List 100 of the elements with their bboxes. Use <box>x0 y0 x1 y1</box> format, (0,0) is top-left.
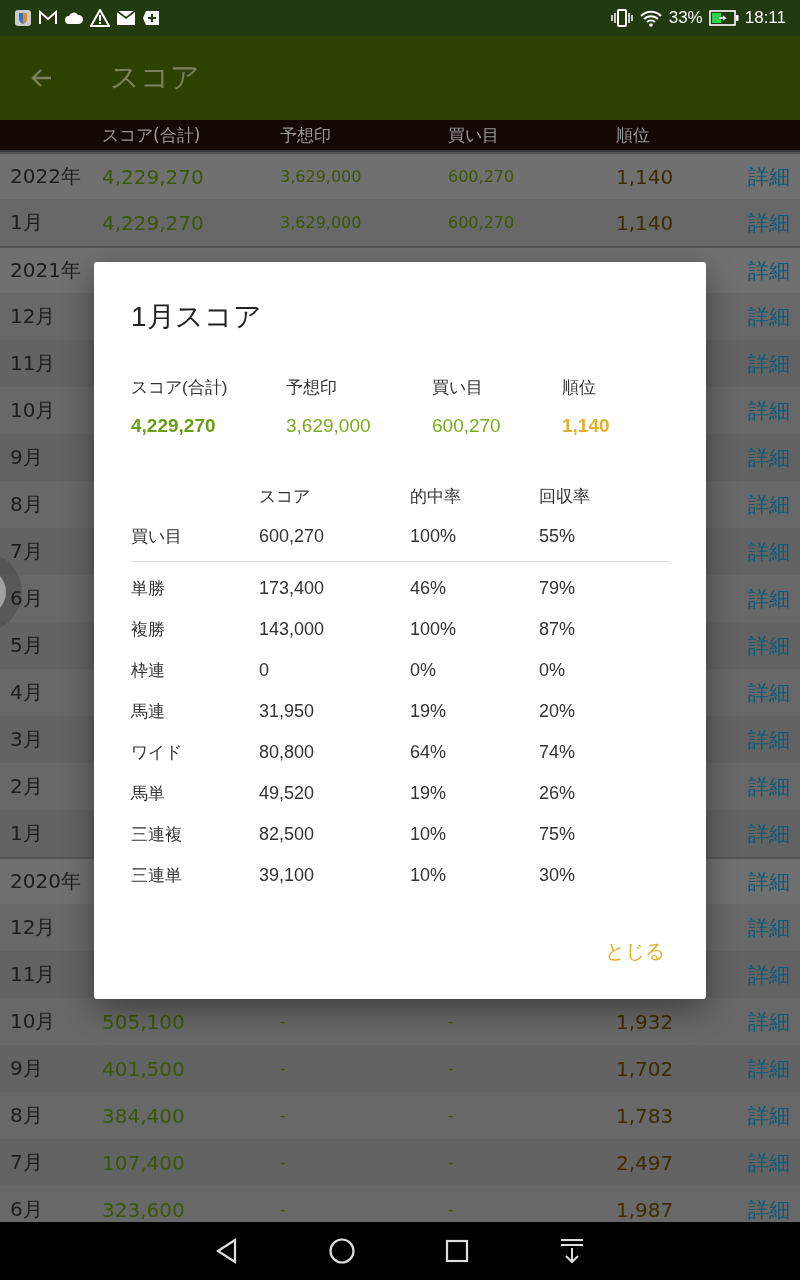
table-cell-text: 39,100 <box>259 865 316 886</box>
shield-app-icon <box>14 9 32 27</box>
plus-tag-icon <box>142 10 160 26</box>
summary-value: 1,140 <box>562 415 611 437</box>
detail-link[interactable]: 詳細 <box>748 256 790 285</box>
table-cell-text: - <box>448 1106 455 1125</box>
period-label: 2月 <box>10 773 44 800</box>
period-label: 8月 <box>10 491 44 518</box>
table-cell-text: - <box>448 1153 455 1172</box>
recent-apps-icon[interactable] <box>445 1239 469 1263</box>
detail-link[interactable]: 詳細 <box>748 1101 790 1130</box>
table-cell-text: - <box>448 1200 455 1219</box>
table-cell-text: 30% <box>539 865 577 886</box>
table-cell-text: 505,100 <box>102 1009 186 1034</box>
warning-icon <box>90 9 110 27</box>
table-cell-text: - <box>448 1012 455 1031</box>
detail-link[interactable]: 詳細 <box>748 960 790 989</box>
detail-link[interactable]: 詳細 <box>748 208 790 237</box>
screen-title: スコア <box>110 59 200 96</box>
period-label: 2022年 <box>10 163 82 190</box>
back-icon[interactable] <box>215 1238 239 1264</box>
period-label: 4月 <box>10 679 44 706</box>
detail-link[interactable]: 詳細 <box>748 913 790 942</box>
table-cell-text: 82,500 <box>259 824 316 845</box>
table-cell-text: 1,783 <box>616 1103 675 1128</box>
summary-value: 3,629,000 <box>286 415 372 437</box>
detail-link[interactable]: 詳細 <box>748 819 790 848</box>
table-cell-text: 64% <box>410 742 448 763</box>
bet-type-label: 買い目 <box>131 525 183 548</box>
period-label: 1月 <box>10 820 44 847</box>
table-cell-text: 143,000 <box>259 619 326 640</box>
detail-link[interactable]: 詳細 <box>748 537 790 566</box>
period-label: 12月 <box>10 303 57 330</box>
home-icon[interactable] <box>329 1238 355 1264</box>
detail-link[interactable]: 詳細 <box>748 302 790 331</box>
detail-link[interactable]: 詳細 <box>748 1195 790 1222</box>
detail-link[interactable]: 詳細 <box>748 631 790 660</box>
detail-link[interactable]: 詳細 <box>748 725 790 754</box>
bet-type-label: 三連単 <box>131 865 183 887</box>
table-cell-text: 100% <box>410 619 458 640</box>
table-cell-text: 4,229,270 <box>102 210 205 235</box>
table-cell-text: 80,800 <box>259 742 316 763</box>
detail-link[interactable]: 詳細 <box>748 443 790 472</box>
detail-link[interactable]: 詳細 <box>748 1148 790 1177</box>
table-cell-text: - <box>280 1153 287 1172</box>
table-cell-text: 3,629,000 <box>280 167 363 186</box>
summary-label: 買い目 <box>432 377 484 399</box>
table-cell-text: 173,400 <box>259 578 326 599</box>
detail-link[interactable]: 詳細 <box>748 162 790 191</box>
column-heading: 予想印 <box>280 123 332 147</box>
summary-label: 予想印 <box>286 377 338 399</box>
column-heading: 回収率 <box>539 486 591 508</box>
summary-value: 4,229,270 <box>131 415 217 437</box>
table-cell-text: - <box>280 1059 287 1078</box>
table-cell-text: 384,400 <box>102 1103 186 1128</box>
table-cell-text: 2,497 <box>616 1150 675 1175</box>
envelope-icon <box>116 10 136 26</box>
dialog-title: 1月スコア <box>131 300 263 334</box>
wifi-icon <box>638 9 663 27</box>
battery-charging-icon <box>708 10 739 26</box>
close-button[interactable]: とじる <box>600 932 670 971</box>
table-cell-text: 46% <box>410 578 448 599</box>
period-label: 2020年 <box>10 868 82 895</box>
table-cell-text: 600,270 <box>448 213 516 232</box>
detail-link[interactable]: 詳細 <box>748 1007 790 1036</box>
mail-m-icon <box>38 10 58 26</box>
bet-type-label: 馬単 <box>131 783 166 805</box>
table-cell-text: 26% <box>539 783 577 804</box>
period-label: 6月 <box>10 1196 44 1222</box>
detail-link[interactable]: 詳細 <box>748 1054 790 1083</box>
table-row[interactable]: 2022年 4,229,270 3,629,000 600,270 1,140 詳細 <box>0 152 800 199</box>
table-cell-text: 55% <box>539 525 577 547</box>
table-cell-text: 10% <box>410 824 448 845</box>
detail-link[interactable]: 詳細 <box>748 396 790 425</box>
detail-link[interactable]: 詳細 <box>748 490 790 519</box>
detail-link[interactable]: 詳細 <box>748 678 790 707</box>
detail-link[interactable]: 詳細 <box>748 772 790 801</box>
period-label: 12月 <box>10 914 57 941</box>
table-cell-text: 1,702 <box>616 1056 675 1081</box>
table-cell-text: 49,520 <box>259 783 316 804</box>
period-label: 6月 <box>10 585 44 612</box>
battery-percent: 33% <box>668 8 703 28</box>
table-cell-text: 0 <box>259 660 270 681</box>
detail-link[interactable]: 詳細 <box>748 867 790 896</box>
notification-pull-icon[interactable] <box>559 1238 585 1264</box>
bet-type-label: 複勝 <box>131 619 166 641</box>
cloud-icon <box>64 11 84 25</box>
detail-link[interactable]: 詳細 <box>748 349 790 378</box>
table-cell-text: 401,500 <box>102 1056 186 1081</box>
period-label: 10月 <box>10 1008 57 1035</box>
column-heading: 買い目 <box>448 123 500 147</box>
column-heading: スコア(合計) <box>102 123 202 147</box>
clock-time: 18:11 <box>744 8 786 28</box>
period-label: 3月 <box>10 726 44 753</box>
column-heading: 順位 <box>616 123 651 147</box>
bet-type-label: ワイド <box>131 742 183 764</box>
table-cell-text: 0% <box>410 660 437 681</box>
detail-link[interactable]: 詳細 <box>748 584 790 613</box>
table-cell-text: 4,229,270 <box>102 164 205 189</box>
table-cell-text: 3,629,000 <box>280 213 363 232</box>
